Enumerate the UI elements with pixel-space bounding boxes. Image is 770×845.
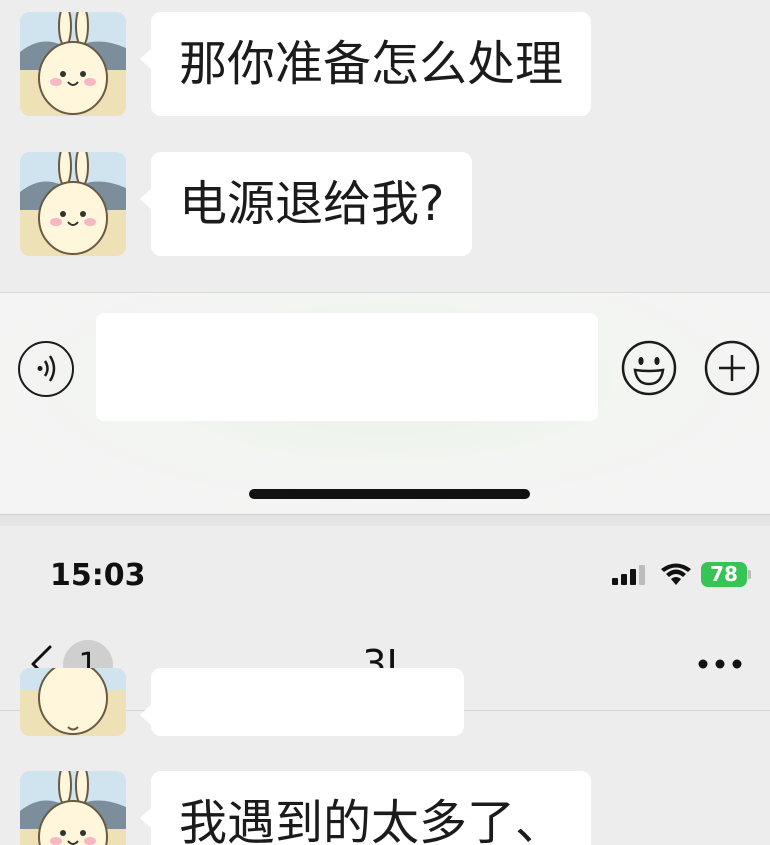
message-bubble[interactable]	[140, 668, 464, 736]
message-bubble[interactable]: 那你准备怎么处理	[139, 12, 592, 116]
voice-button[interactable]	[18, 341, 74, 397]
message-row: 那你准备怎么处理	[20, 12, 592, 116]
message-row	[20, 668, 464, 736]
rabbit-avatar-icon	[20, 12, 126, 116]
more-functions-button[interactable]	[703, 339, 761, 397]
wifi-icon	[661, 563, 691, 585]
battery-indicator: 78	[701, 562, 747, 587]
avatar[interactable]	[20, 771, 126, 845]
signal-icon	[612, 565, 645, 585]
message-bubble[interactable]: 电源退给我?	[139, 152, 473, 256]
more-options-icon[interactable]	[696, 654, 744, 674]
emoji-icon	[621, 340, 677, 396]
status-time: 15:03	[50, 558, 146, 593]
home-indicator[interactable]	[249, 489, 530, 499]
message-input[interactable]	[96, 313, 598, 421]
rabbit-avatar-icon	[20, 152, 126, 256]
avatar[interactable]	[20, 152, 126, 256]
avatar[interactable]	[20, 12, 126, 116]
battery-tip	[748, 570, 751, 579]
message-bubble[interactable]: 我遇到的太多了、	[139, 771, 592, 845]
message-row: 我遇到的太多了、	[20, 771, 592, 845]
rabbit-avatar-icon	[20, 771, 126, 845]
avatar[interactable]	[20, 668, 126, 736]
second-screenshot: 15:03 78 1 3L 我遇到的太多了、	[0, 526, 770, 845]
plus-icon	[704, 340, 760, 396]
message-row: 电源退给我?	[20, 152, 473, 256]
chat-area-top: 那你准备怎么处理 电源退给我?	[0, 0, 770, 292]
emoji-button[interactable]	[620, 339, 678, 397]
rabbit-avatar-icon	[20, 668, 126, 736]
voice-icon	[37, 355, 56, 382]
input-bar	[0, 292, 770, 515]
